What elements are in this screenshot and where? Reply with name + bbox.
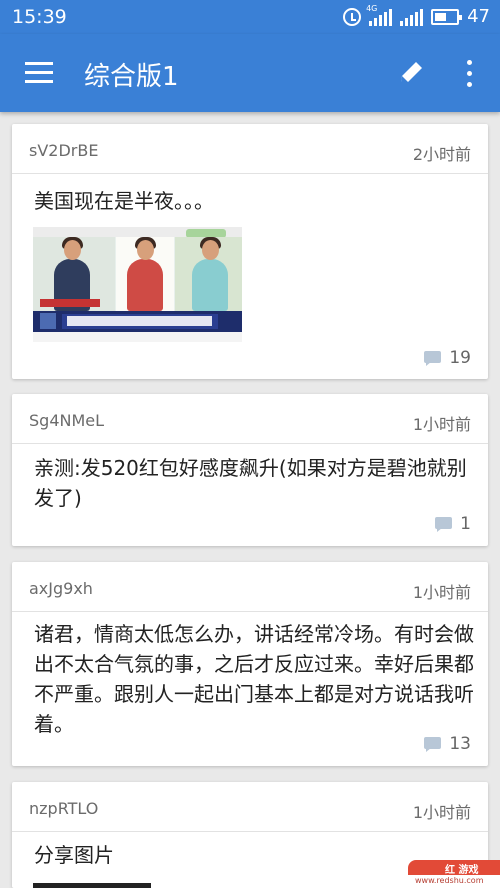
status-time: 15:39 [12,6,67,28]
post-image[interactable] [33,227,242,342]
post-content: 亲测:发520红包好感度飙升(如果对方是碧池就别发了) [34,456,467,510]
comment-count-label: 13 [449,734,471,754]
status-bar: 15:39 4G 47 [0,0,500,34]
post-author: nzpRTLO [29,799,99,818]
post-author: axJg9xh [29,579,93,598]
post-card[interactable]: axJg9xh 1小时前 诸君，情商太低怎么办，讲话经常冷场。有时会做出不太合气… [12,562,488,766]
watermark-url: www.redshu.com [415,876,484,885]
facebook-logo-icon [40,313,56,329]
comment-count-label: 1 [460,514,471,534]
battery-percent: 47 [467,6,490,27]
post-time: 2小时前 [412,145,471,164]
news-anchor-icon [127,237,163,311]
post-header: nzpRTLO 1小时前 [12,782,488,832]
post-card[interactable]: Sg4NMeL 1小时前 亲测:发520红包好感度飙升(如果对方是碧池就别发了)… [12,394,488,546]
comment-icon [424,351,442,366]
comment-icon [435,517,453,532]
watermark-title: 红 游戏 [445,865,479,876]
post-header: axJg9xh 1小时前 [12,562,488,612]
post-content: 诸君，情商太低怎么办，讲话经常冷场。有时会做出不太合气氛的事，之后才反应过来。幸… [34,622,474,736]
site-watermark: 红 游戏 www.redshu.com [408,860,500,888]
pencil-edit-icon[interactable] [395,58,427,90]
network-type-label: 4G [366,3,378,13]
alarm-icon [343,7,362,26]
post-content: 美国现在是半夜。。。 [34,189,214,213]
post-header: sV2DrBE 2小时前 [12,124,488,174]
signal-4g-icon: 4G [366,4,393,26]
comment-count[interactable]: 1 [435,514,471,534]
battery-icon [431,8,463,25]
post-time: 1小时前 [412,415,471,434]
page-title: 综合版1 [84,62,179,92]
reporter-icon [192,237,228,311]
comment-icon [424,737,442,752]
post-header: Sg4NMeL 1小时前 [12,394,488,444]
comment-count[interactable]: 13 [424,734,471,754]
post-time: 1小时前 [412,803,471,822]
post-image[interactable] [33,883,151,888]
status-icons: 4G 47 [343,4,490,27]
signal-strength-icon [400,8,424,26]
comment-count-label: 19 [449,348,471,368]
more-options-icon[interactable] [462,60,476,88]
comment-count[interactable]: 19 [424,348,471,368]
post-author: sV2DrBE [29,141,99,160]
post-time: 1小时前 [412,583,471,602]
menu-icon[interactable] [25,62,53,84]
app-bar: 综合版1 [0,34,500,112]
post-card[interactable]: sV2DrBE 2小时前 美国现在是半夜。。。 19 [12,124,488,379]
post-author: Sg4NMeL [29,411,105,430]
